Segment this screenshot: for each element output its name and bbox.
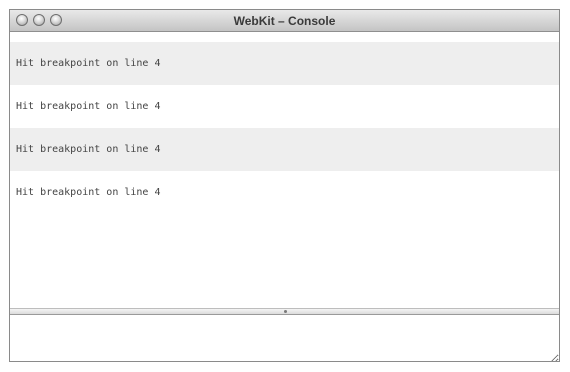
console-message: Hit breakpoint on line 4 <box>10 128 559 171</box>
title-bar[interactable]: WebKit – Console <box>10 10 559 32</box>
splitter-grip-icon <box>283 310 287 313</box>
console-log[interactable]: Hit breakpoint on line 4 Hit breakpoint … <box>10 32 559 308</box>
console-window: WebKit – Console Hit breakpoint on line … <box>9 9 560 362</box>
console-splitter[interactable] <box>10 308 559 315</box>
window-title: WebKit – Console <box>233 14 336 28</box>
console-input[interactable] <box>10 315 559 361</box>
console-message: Hit breakpoint on line 4 <box>16 101 161 112</box>
console-message: Hit breakpoint on line 4 <box>16 187 161 198</box>
console-message: Hit breakpoint on line 4 <box>10 42 559 85</box>
